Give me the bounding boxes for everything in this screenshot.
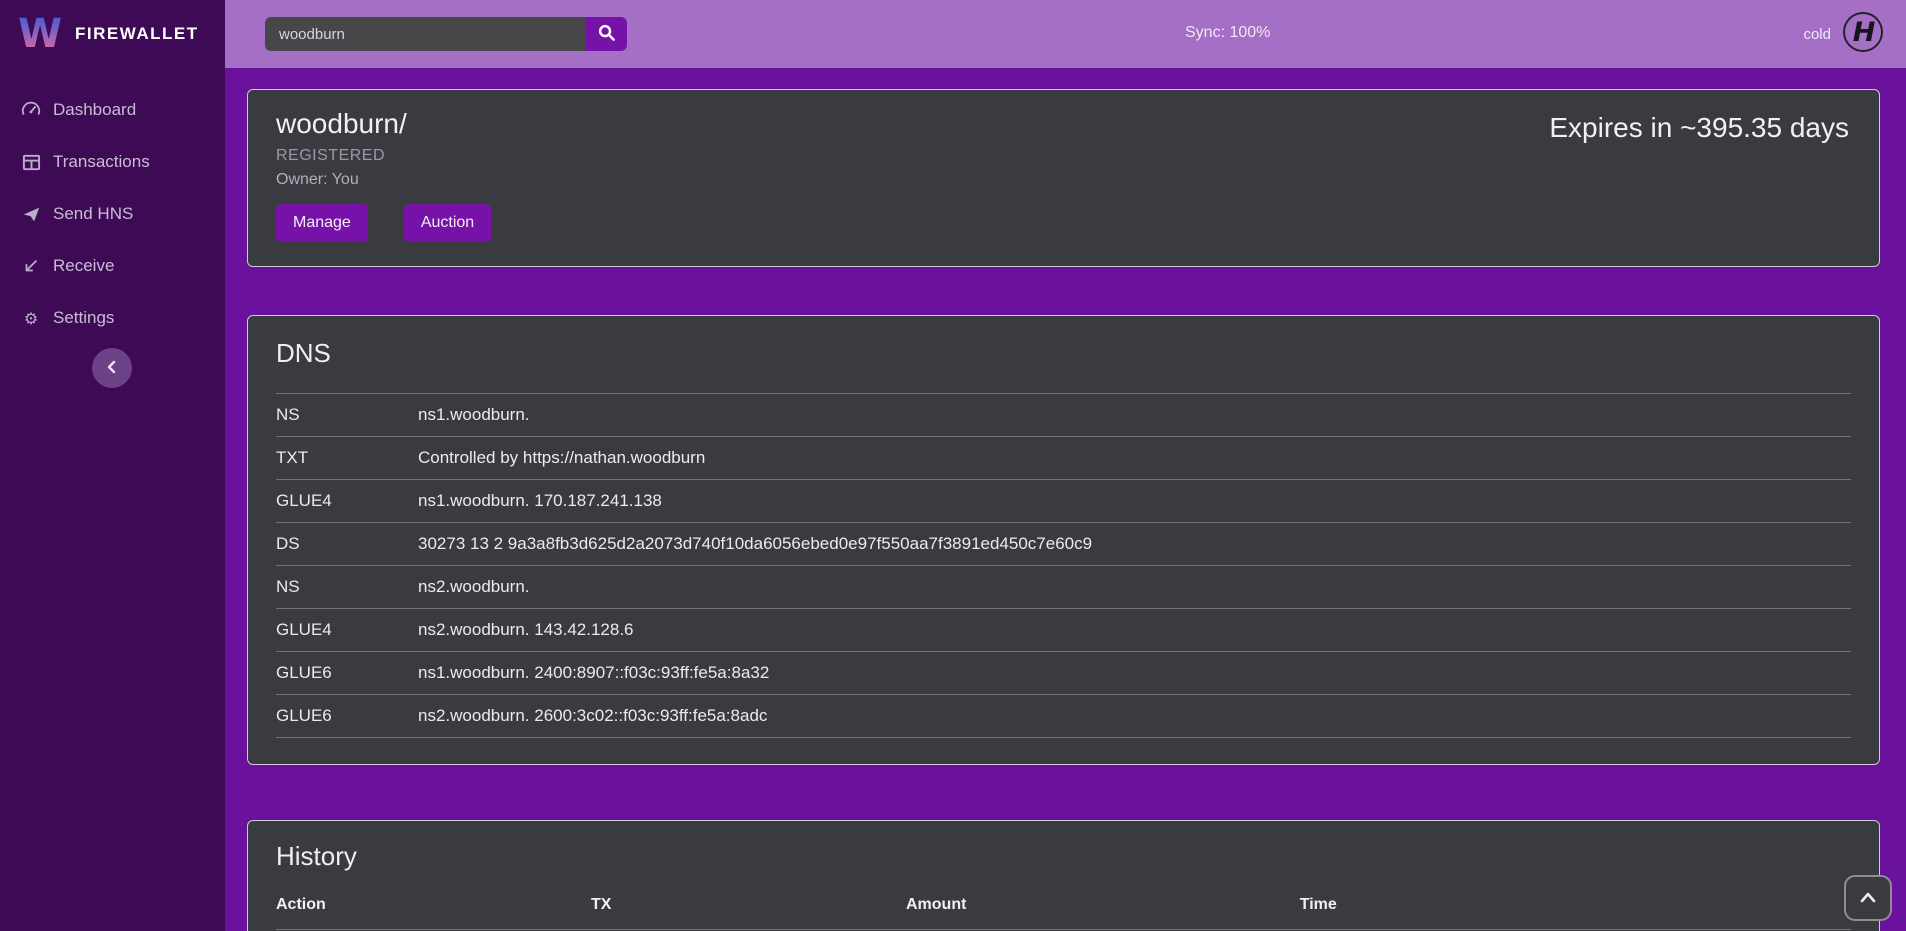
sidebar-item-label: Receive [53,256,114,276]
svg-text:W: W [18,11,62,55]
dns-record-value: ns2.woodburn. [418,566,1851,609]
dns-record-type: GLUE6 [276,695,418,738]
sidebar: W FIREWALLET Dashboard [0,0,225,931]
wallet-name-label: cold [1803,26,1831,43]
dns-record-row: TXT Controlled by https://nathan.woodbur… [276,437,1851,480]
sidebar-collapse-button[interactable] [92,348,132,388]
topbar: Sync: 100% cold H [225,0,1906,68]
history-header-row: Action TX Amount Time [276,884,1851,930]
dns-record-type: GLUE4 [276,609,418,652]
sidebar-item-settings[interactable]: ⚙ Settings [0,292,225,344]
main-content: woodburn/ REGISTERED Owner: You Manage A… [225,0,1906,931]
dns-record-type: TXT [276,437,418,480]
sidebar-item-receive[interactable]: Receive [0,240,225,292]
sidebar-item-label: Settings [53,308,114,328]
sidebar-item-label: Dashboard [53,100,136,120]
dns-record-value: ns1.woodburn. 2400:8907::f03c:93ff:fe5a:… [418,652,1851,695]
search-input[interactable] [265,17,585,51]
history-col-action: Action [276,884,591,930]
history-col-time: Time [1300,884,1851,930]
arrow-down-left-icon [21,256,41,276]
firewallet-logo-icon: W [18,9,62,60]
manage-button[interactable]: Manage [276,204,368,242]
logo-row: W FIREWALLET [0,0,225,68]
sidebar-nav: Dashboard Transactions Send HNS [0,84,225,344]
handshake-logo-icon: H [1842,11,1884,58]
chevron-left-icon [104,359,120,378]
domain-owner-label: Owner: You [276,171,1851,189]
dns-section-title: DNS [276,338,1851,369]
dns-record-row: DS 30273 13 2 9a3a8fb3d625d2a2073d740f10… [276,523,1851,566]
dns-record-row: NS ns2.woodburn. [276,566,1851,609]
search-button[interactable] [585,17,627,51]
dns-record-value: ns1.woodburn. [418,394,1851,437]
domain-status-label: REGISTERED [276,147,1851,165]
dns-record-type: NS [276,394,418,437]
dns-record-value: ns2.woodburn. 143.42.128.6 [418,609,1851,652]
dns-record-value: Controlled by https://nathan.woodburn [418,437,1851,480]
history-table: Action TX Amount Time UPDATE 70e64775...… [276,884,1851,931]
svg-text:H: H [1853,17,1876,48]
dns-record-row: GLUE4 ns2.woodburn. 143.42.128.6 [276,609,1851,652]
paper-plane-icon [21,204,41,224]
dns-card: DNS NS ns1.woodburn. TXT Controlled by h… [247,315,1880,765]
dns-record-row: GLUE4 ns1.woodburn. 170.187.241.138 [276,480,1851,523]
domain-card: woodburn/ REGISTERED Owner: You Manage A… [247,89,1880,267]
dns-record-row: NS ns1.woodburn. [276,394,1851,437]
dns-record-type: GLUE4 [276,480,418,523]
history-card: History Action TX Amount Time UPDATE 70e… [247,820,1880,931]
history-col-tx: TX [591,884,906,930]
history-section-title: History [276,841,1851,872]
search-group [265,17,627,51]
auction-button[interactable]: Auction [404,204,491,242]
wallet-area[interactable]: cold H [1803,0,1884,68]
sidebar-item-label: Transactions [53,152,150,172]
sync-status: Sync: 100% [1185,24,1270,42]
dns-record-value: ns1.woodburn. 170.187.241.138 [418,480,1851,523]
sidebar-item-label: Send HNS [53,204,133,224]
chevron-up-icon [1859,890,1877,907]
domain-actions: Manage Auction [276,204,1851,242]
domain-expiry-label: Expires in ~395.35 days [1549,112,1849,144]
search-icon [597,23,616,45]
scroll-to-top-button[interactable] [1844,875,1892,921]
sidebar-item-dashboard[interactable]: Dashboard [0,84,225,136]
table-grid-icon [21,152,41,172]
brand-name: FIREWALLET [75,24,199,44]
sidebar-item-transactions[interactable]: Transactions [0,136,225,188]
dns-record-type: NS [276,566,418,609]
dns-record-type: DS [276,523,418,566]
dns-record-type: GLUE6 [276,652,418,695]
dns-record-row: GLUE6 ns1.woodburn. 2400:8907::f03c:93ff… [276,652,1851,695]
dns-record-value: ns2.woodburn. 2600:3c02::f03c:93ff:fe5a:… [418,695,1851,738]
gear-icon: ⚙ [21,308,41,328]
dns-table: NS ns1.woodburn. TXT Controlled by https… [276,393,1851,738]
history-col-amount: Amount [906,884,1300,930]
sidebar-item-send-hns[interactable]: Send HNS [0,188,225,240]
dns-record-value: 30273 13 2 9a3a8fb3d625d2a2073d740f10da6… [418,523,1851,566]
dashboard-gauge-icon [21,100,41,120]
dns-record-row: GLUE6 ns2.woodburn. 2600:3c02::f03c:93ff… [276,695,1851,738]
